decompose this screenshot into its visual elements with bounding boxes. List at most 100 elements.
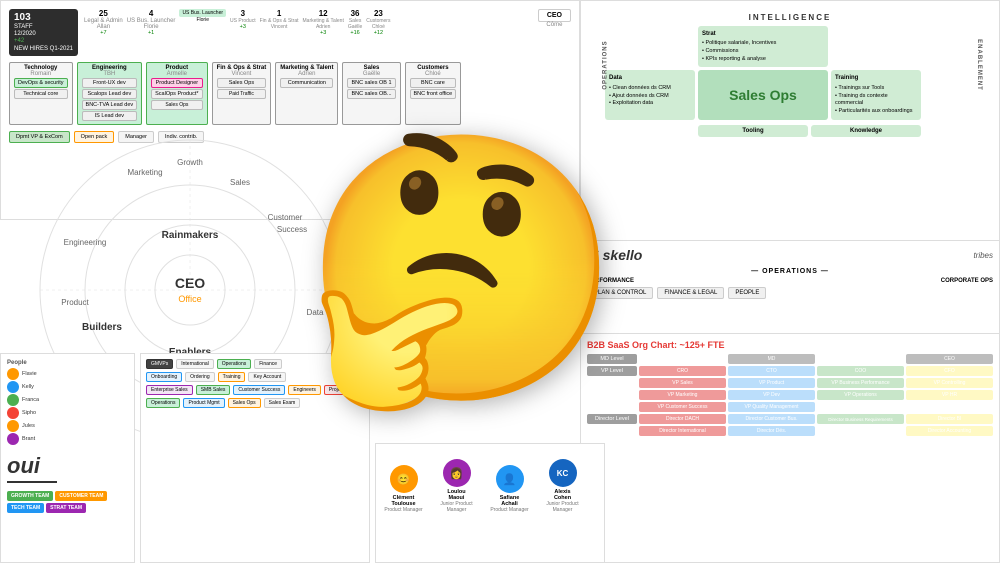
clement-role: Product Manager: [384, 507, 422, 513]
avatar-alexis: KC Alexis Cohen Junior Product Manager: [540, 459, 585, 513]
product-mgmt-node: Product Mgmt: [183, 398, 224, 408]
oui-text: oui: [7, 453, 128, 479]
vp-sales-box: VP Sales: [639, 378, 726, 388]
onboarding-node: Onboarding: [146, 372, 182, 382]
vp-controlling-box: VP Controlling: [906, 378, 993, 388]
customer-success-node: Customer Success: [233, 385, 285, 395]
skello-logo: ✓ skello: [587, 247, 642, 264]
fin-dept: Fin & Ops & Strat Vincent Sales Ops Paid…: [212, 62, 272, 125]
performance-label: PERFORMANCE: [587, 278, 634, 284]
plan-control-box: PLAN & CONTROL: [587, 287, 653, 299]
tooling-label: Tooling: [698, 125, 808, 137]
operations-section-label: — OPERATIONS —: [587, 268, 993, 275]
vp-ops-box: VP Operations: [817, 390, 904, 400]
chart-bottomright: B2B SaaS Org Chart: ~125+ FTE MD Level M…: [580, 333, 1000, 563]
gmvp-node: GMVPs: [146, 359, 173, 369]
people-box: PEOPLE: [728, 287, 766, 299]
corporate-ops-label: CORPORATE OPS: [941, 278, 993, 284]
cfo-box: CFO: [906, 366, 993, 376]
dir-dach-box: Director DACH: [639, 414, 726, 424]
strat-item3: • KPIs reporting & analyse: [702, 56, 824, 64]
avatar-safiane: 👤 Safiane Achali Product Manager: [487, 465, 532, 513]
strat-item2: • Commissions: [702, 48, 824, 56]
cto-box: CTO: [728, 366, 815, 376]
cro-box: CRO: [639, 366, 726, 376]
dir-accounting-box: Director Accounting: [906, 426, 993, 436]
ceo-box: CEO: [906, 354, 993, 364]
dir-bi-box: Director BI: [906, 414, 993, 424]
alexis-avatar: KC: [549, 459, 577, 487]
alexis-role: Junior Product Manager: [540, 501, 585, 513]
strat-item1: • Politique salariale, Incentives: [702, 40, 824, 48]
engineers-node: Engineers: [288, 385, 321, 395]
ops-label: OPERATIONS: [603, 40, 609, 89]
cust-dept: Customers Chloé BNC care BNC front offic…: [405, 62, 462, 125]
loulou-role: Junior Product Manager: [434, 501, 479, 513]
training-node: Training: [218, 372, 246, 382]
growth-team-box: GROWTH TEAM: [7, 491, 53, 501]
smb-sales-node: SMB Sales: [196, 385, 231, 395]
md-level-label: MD Level: [587, 354, 637, 364]
train-item1: • Trainings sur Tools: [835, 85, 917, 93]
svg-text:Marketing: Marketing: [127, 168, 162, 177]
ops-node: Operations: [217, 359, 251, 369]
chart-midright: ✓ skello tribes — OPERATIONS — PERFORMAN…: [580, 240, 1000, 340]
sales-exam-node: Sales Exam: [264, 398, 301, 408]
svg-text:Success: Success: [277, 225, 307, 234]
tech-dept: Technology Romain DevOps & security Tech…: [9, 62, 73, 125]
operations2-node: Operations: [146, 398, 180, 408]
director-level-label: Director Level: [587, 414, 637, 424]
mkt-dept: Marketing & Talent Adrien Communication: [275, 62, 338, 125]
data-item3: • Exploitation data: [609, 100, 691, 108]
data-item2: • Ajout données ds CRM: [609, 93, 691, 101]
vp-qm-box: VP Quality Management: [728, 402, 815, 412]
product-team-section: 😊 Clément Toulouse Product Manager 👩 Lou…: [375, 443, 605, 563]
dir-biz-req-box: Director Business Requirements: [817, 414, 904, 424]
vp-cs-box: VP Customer Success: [639, 402, 726, 412]
person-sipho: Sipho: [22, 410, 36, 416]
data-label: Data: [609, 74, 691, 82]
dir-cust-bus-box: Director Customer Bus.: [728, 414, 815, 424]
salesops-label: Sales Ops: [729, 87, 797, 103]
intelligence-title: INTELLIGENCE: [605, 13, 975, 22]
person-franca: Franca: [22, 397, 39, 403]
coo-box: COO: [817, 366, 904, 376]
staff-badge: 103 STAFF 12/2020 +42 NEW HIRES Q1-2021: [9, 9, 78, 56]
person-jules: Jules: [22, 423, 35, 429]
chart-topright: INTELLIGENCE Strat • Politique salariale…: [580, 0, 1000, 260]
eng-dept: Engineering TBH Front-UX dev Scalops Lea…: [77, 62, 143, 125]
sales-dept: Sales Gaëlle BNC sales OB 1 BNC sales OB…: [342, 62, 400, 125]
svg-text:CEO: CEO: [175, 275, 205, 291]
vp-biz-perf-box: VP Business Performance: [817, 378, 904, 388]
svg-text:Office: Office: [178, 294, 201, 304]
enterprise-sales-node: Enterprise Sales: [146, 385, 193, 395]
person-flavie: Flavie: [22, 371, 37, 377]
svg-text:Customer: Customer: [268, 213, 303, 222]
safiane-role: Product Manager: [490, 507, 528, 513]
train-item2: • Training ds contexte commercial: [835, 93, 917, 108]
md-box: MD: [728, 354, 815, 364]
project-node: Project: [324, 385, 350, 395]
intl-node: International: [176, 359, 214, 369]
ordering-node: Ordering: [185, 372, 214, 382]
person-kelly: Kelly: [22, 384, 34, 390]
oui-section: People Flavie Kelly Franca Sipho Jules B…: [0, 353, 135, 563]
training-label: Training: [835, 74, 917, 82]
knowledge-label: Knowledge: [811, 125, 921, 137]
vp-product-box: VP Product: [728, 378, 815, 388]
svg-text:Data: Data: [307, 308, 324, 317]
avatar-clement: 😊 Clément Toulouse Product Manager: [381, 465, 426, 513]
key-account-node: Key Account: [248, 372, 286, 382]
dir-des-box: Director Dés.: [728, 426, 815, 436]
customer-team-box: CUSTOMER TEAM: [55, 491, 107, 501]
tech-team-box: TECH TEAM: [7, 503, 44, 513]
sales-ops2-node: Sales Ops: [228, 398, 261, 408]
svg-text:Builders: Builders: [82, 322, 122, 333]
train-item3: • Particularités aux onboardings: [835, 108, 917, 116]
dir-intl-box: Director International: [639, 426, 726, 436]
small-org-tree: GMVPs International Operations Finance O…: [140, 353, 370, 563]
vp-hr-box: VP HR: [906, 390, 993, 400]
svg-text:Product: Product: [61, 298, 89, 307]
person-brant: Brant: [22, 436, 35, 442]
vp-marketing-box: VP Marketing: [639, 390, 726, 400]
